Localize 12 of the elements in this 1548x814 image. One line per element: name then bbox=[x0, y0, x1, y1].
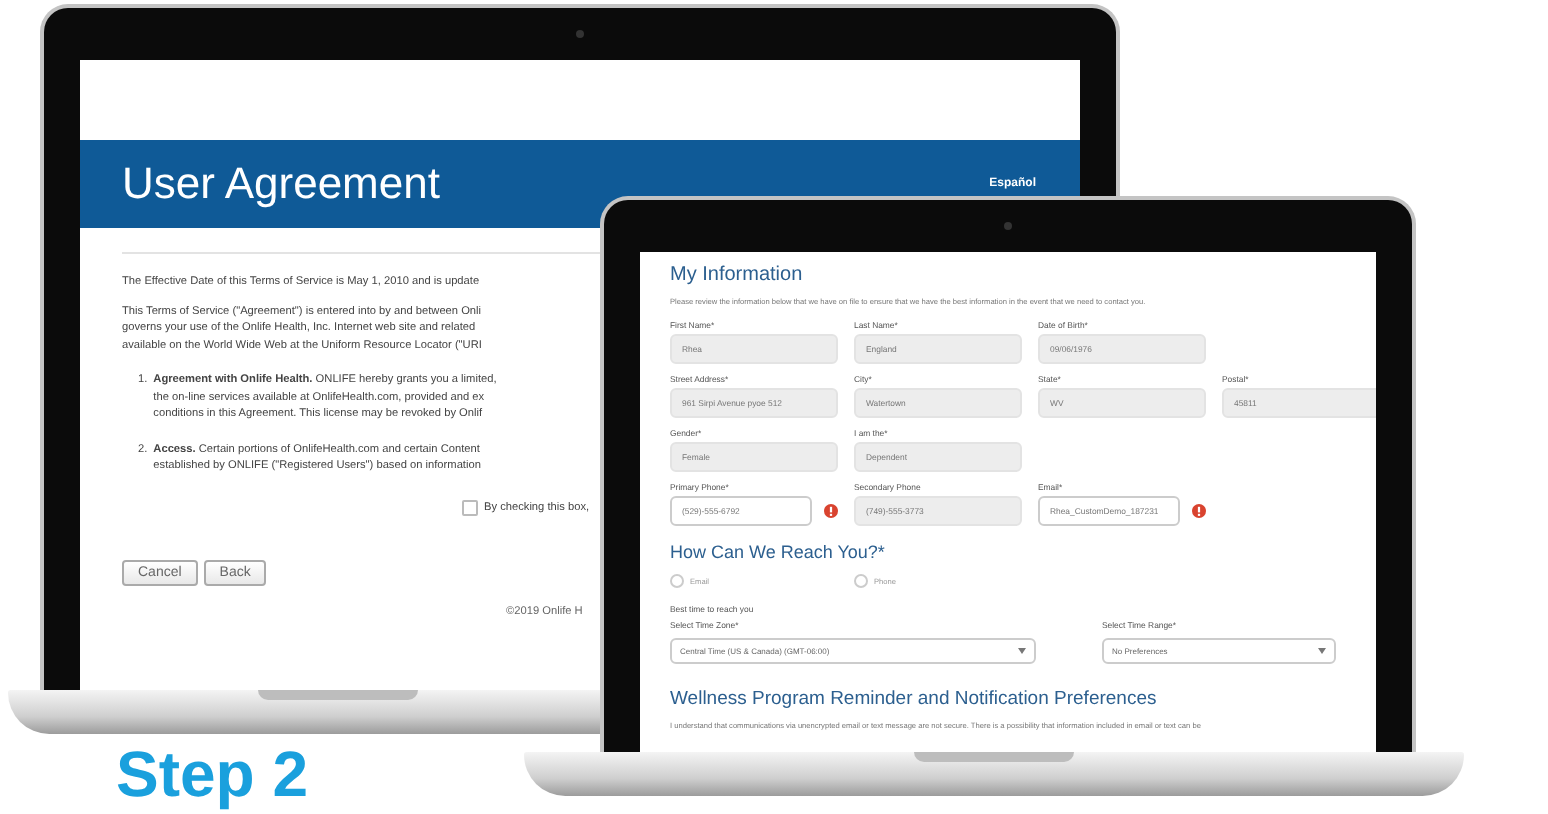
caret-icon bbox=[1318, 648, 1326, 654]
section-heading: Wellness Program Reminder and Notification Preferences bbox=[670, 688, 1159, 710]
camera-icon bbox=[576, 30, 584, 38]
section-heading: How Can We Reach You?* bbox=[670, 542, 887, 562]
consent-checkbox[interactable] bbox=[462, 499, 478, 516]
radio-button[interactable] bbox=[854, 574, 868, 588]
caret-icon bbox=[1018, 648, 1026, 654]
section-title: My Information bbox=[670, 264, 805, 286]
radio-button[interactable] bbox=[670, 574, 684, 588]
step-caption: Step 2 bbox=[116, 738, 309, 810]
camera-icon bbox=[1004, 222, 1012, 230]
page-title: User Agreement bbox=[122, 158, 440, 210]
